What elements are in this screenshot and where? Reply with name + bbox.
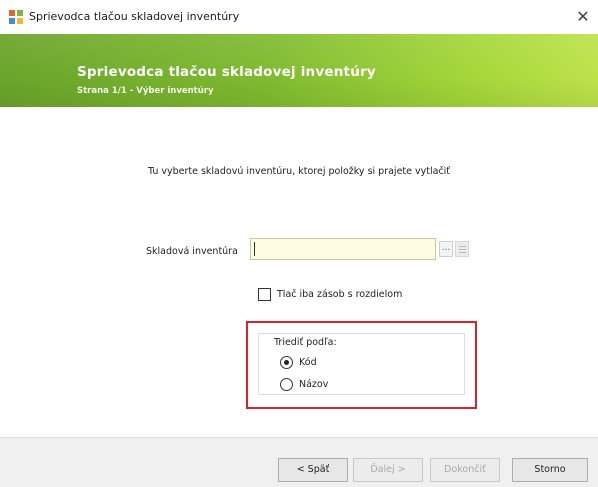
app-icon (9, 10, 23, 24)
wizard-footer: < Späť Ďalej > Dokončiť Storno (0, 437, 598, 487)
wizard-content: Tu vyberte skladovú inventúru, ktorej po… (0, 107, 598, 437)
window-title: Sprievodca tlačou skladovej inventúry (29, 10, 240, 23)
title-bar: Sprievodca tlačou skladovej inventúry ✕ (0, 0, 598, 34)
sort-highlight-box: Triediť podľa: Kód Názov (246, 321, 477, 409)
only-difference-checkbox[interactable] (258, 288, 271, 301)
close-icon[interactable]: ✕ (572, 6, 594, 28)
wizard-window: Sprievodca tlačou skladovej inventúry ✕ … (0, 0, 598, 487)
sort-group: Triediť podľa: Kód Názov (258, 333, 465, 395)
text-caret (254, 242, 255, 256)
wizard-title: Sprievodca tlačou skladovej inventúry (77, 64, 376, 80)
ellipsis-icon[interactable]: ... (439, 241, 453, 257)
finish-button[interactable]: Dokončiť (430, 458, 500, 482)
only-difference-label: Tlač iba zásob s rozdielom (277, 289, 403, 300)
cancel-button[interactable]: Storno (512, 458, 588, 482)
inventory-input[interactable] (250, 238, 436, 260)
radio-kod[interactable] (280, 356, 293, 369)
radio-nazov[interactable] (280, 378, 293, 391)
instruction-text: Tu vyberte skladovú inventúru, ktorej po… (147, 166, 451, 177)
sort-group-legend: Triediť podľa: (272, 337, 339, 348)
inventory-field-label: Skladová inventúra (146, 246, 238, 257)
wizard-header: Sprievodca tlačou skladovej inventúry St… (0, 34, 598, 107)
next-button[interactable]: Ďalej > (353, 458, 423, 482)
sort-option-label: Kód (299, 357, 317, 368)
sort-option-label: Názov (299, 379, 329, 390)
radio-selected-dot (284, 360, 289, 365)
back-button[interactable]: < Späť (278, 458, 348, 482)
wizard-step-subtitle: Strana 1/1 - Výber inventúry (77, 86, 214, 96)
clear-icon[interactable] (455, 241, 469, 257)
